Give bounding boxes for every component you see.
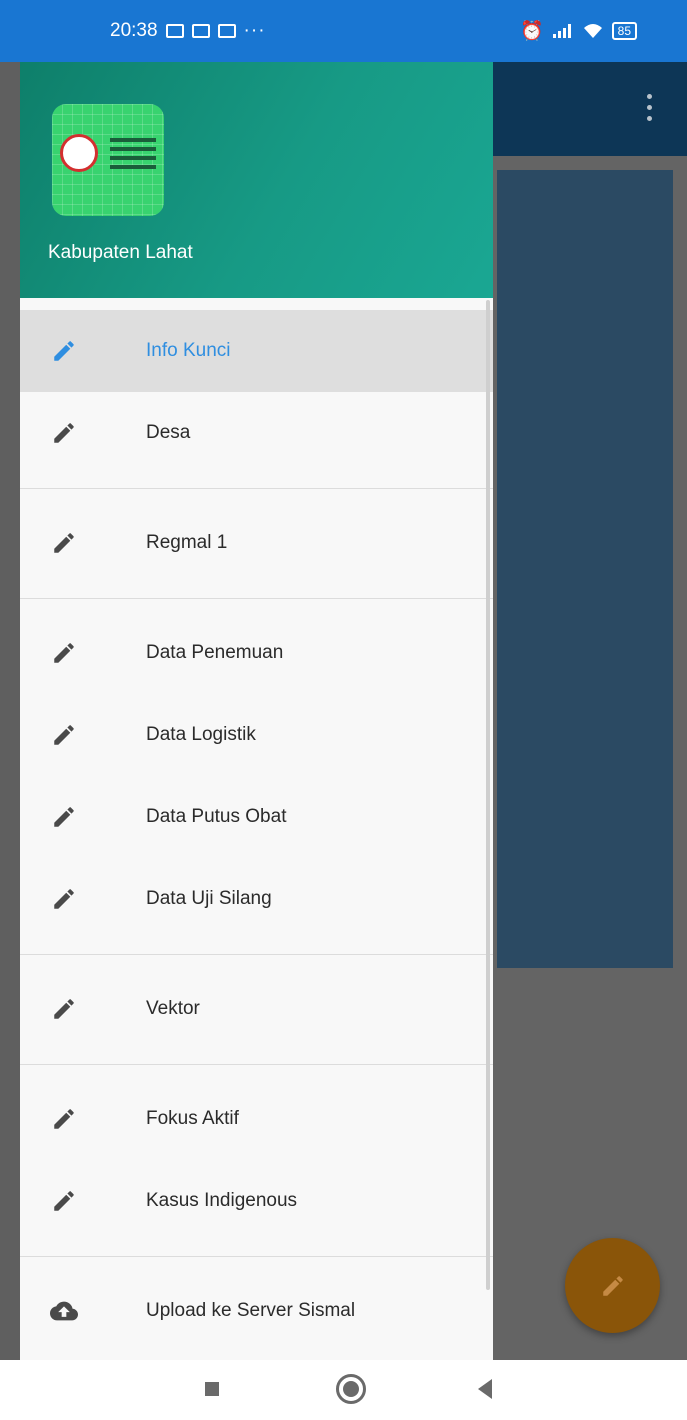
status-right: ⏰ 85 <box>520 19 637 43</box>
battery-icon: 85 <box>611 22 637 40</box>
more-notifications-icon: ··· <box>243 20 266 41</box>
recents-icon[interactable] <box>205 1382 219 1396</box>
cloud-upload-icon <box>50 1297 78 1325</box>
edit-fab-button[interactable] <box>565 1238 660 1333</box>
menu-item-label: Desa <box>146 422 191 443</box>
menu-item-label: Upload ke Server Sismal <box>146 1300 356 1321</box>
pencil-icon <box>602 1275 623 1296</box>
pencil-icon <box>50 803 78 831</box>
status-bar: 20:38 ··· ⏰ 85 <box>0 0 687 62</box>
pencil-icon <box>50 529 78 557</box>
overflow-menu-icon[interactable] <box>647 94 653 124</box>
menu-item-label: Data Uji Silang <box>146 888 272 909</box>
pencil-icon <box>50 1105 78 1133</box>
menu-item-desa[interactable]: Desa <box>20 392 493 474</box>
menu-item-data-uji-silang[interactable]: Data Uji Silang <box>20 858 493 940</box>
menu-item-label: Info Kunci <box>146 340 231 361</box>
pencil-icon <box>50 721 78 749</box>
drawer-menu: Info Kunci Desa Regmal 1 Data Penemuan D… <box>20 298 493 1352</box>
signal-icon <box>552 24 571 38</box>
menu-item-label: Kasus Indigenous <box>146 1190 298 1211</box>
menu-item-label: Regmal 1 <box>146 532 228 553</box>
menu-item-label: Vektor <box>146 998 200 1019</box>
menu-item-label: Data Putus Obat <box>146 806 287 827</box>
menu-item-data-logistik[interactable]: Data Logistik <box>20 694 493 776</box>
pencil-icon <box>50 1187 78 1215</box>
menu-item-upload-server[interactable]: Upload ke Server Sismal <box>20 1270 493 1352</box>
menu-divider <box>20 598 493 599</box>
drawer-header-title: Kabupaten Lahat <box>48 242 193 263</box>
pencil-icon <box>50 639 78 667</box>
alarm-icon: ⏰ <box>519 21 544 42</box>
back-icon[interactable] <box>478 1379 492 1399</box>
notification-icon <box>165 24 184 38</box>
message-icon <box>191 24 210 38</box>
menu-item-label: Data Logistik <box>146 724 256 745</box>
menu-divider <box>20 1064 493 1065</box>
content-card <box>497 170 673 968</box>
logo-emblem-icon <box>60 134 98 172</box>
drawer-scrollbar[interactable] <box>486 300 490 1290</box>
wifi-icon <box>583 24 602 38</box>
menu-item-vektor[interactable]: Vektor <box>20 968 493 1050</box>
menu-item-info-kunci[interactable]: Info Kunci <box>20 310 493 392</box>
menu-item-regmal-1[interactable]: Regmal 1 <box>20 502 493 584</box>
app-logo <box>52 104 164 216</box>
menu-divider <box>20 488 493 489</box>
menu-divider <box>20 954 493 955</box>
pencil-icon <box>50 419 78 447</box>
menu-item-label: Data Penemuan <box>146 642 284 663</box>
status-time: 20:38 <box>110 20 158 41</box>
app-toolbar <box>493 62 687 156</box>
menu-item-kasus-indigenous[interactable]: Kasus Indigenous <box>20 1160 493 1242</box>
logo-text-graphic <box>110 138 156 172</box>
pencil-icon <box>50 885 78 913</box>
menu-item-fokus-aktif[interactable]: Fokus Aktif <box>20 1078 493 1160</box>
menu-item-data-penemuan[interactable]: Data Penemuan <box>20 612 493 694</box>
menu-item-data-putus-obat[interactable]: Data Putus Obat <box>20 776 493 858</box>
status-left: 20:38 ··· <box>110 20 266 42</box>
image-icon <box>217 24 236 38</box>
home-icon[interactable] <box>336 1374 366 1404</box>
pencil-icon <box>50 337 78 365</box>
pencil-icon <box>50 995 78 1023</box>
system-nav-bar <box>0 1360 687 1420</box>
menu-item-label: Fokus Aktif <box>146 1108 239 1129</box>
drawer-header: Kabupaten Lahat <box>20 62 493 298</box>
navigation-drawer: Kabupaten Lahat Info Kunci Desa Regmal 1 <box>20 62 493 1360</box>
menu-divider <box>20 1256 493 1257</box>
